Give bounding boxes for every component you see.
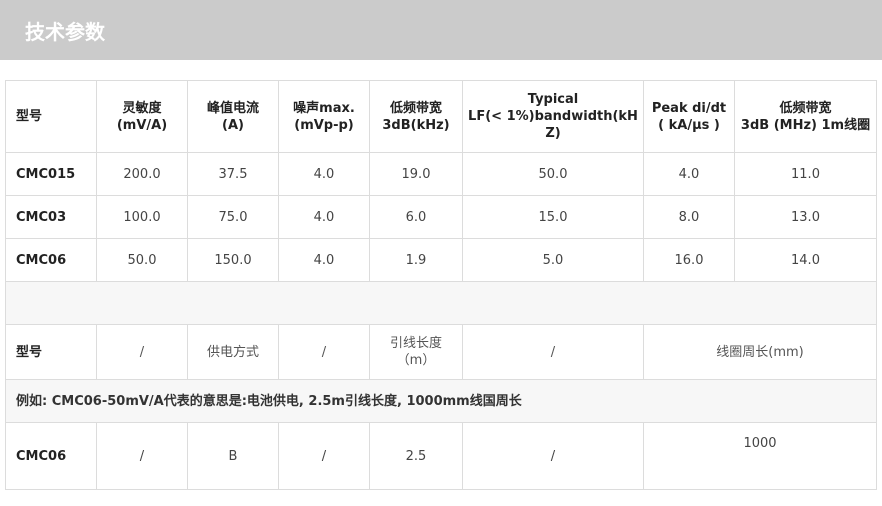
table-cell: 16.0 (643, 238, 735, 282)
row-model: CMC015 (5, 152, 97, 196)
header-cell-model: 型号 (5, 80, 97, 153)
order-cell-power-supply: 供电方式 (187, 324, 279, 380)
table-row: CMC015 200.0 37.5 4.0 19.0 50.0 4.0 11.0 (5, 152, 877, 196)
row-model: CMC03 (5, 195, 97, 239)
table-cell: 4.0 (278, 238, 370, 282)
example-cell-model: CMC06 (5, 422, 97, 490)
section-title: 技术参数 (25, 19, 105, 44)
spec-table: 型号 灵敏度 (mV/A) 峰值电流 (A) 噪声max. (mVp-p) 低频带宽 3… (5, 80, 877, 490)
example-note-row: 例如: CMC06-50mV/A代表的意思是:电池供电, 2.5m引线长度, 1… (5, 379, 877, 423)
table-row: CMC06 50.0 150.0 4.0 1.9 5.0 16.0 14.0 (5, 238, 877, 282)
table-cell: 50.0 (96, 238, 188, 282)
example-cell-power-supply: B (187, 422, 279, 490)
header-cell-peak-current: 峰值电流 (A) (187, 80, 279, 153)
order-cell-separator: / (96, 324, 188, 380)
table-cell: 19.0 (369, 152, 463, 196)
example-row: CMC06 / B / 2.5 / 1000 (5, 422, 877, 490)
table-cell: 14.0 (734, 238, 877, 282)
order-cell-separator: / (278, 324, 370, 380)
table-cell: 100.0 (96, 195, 188, 239)
table-cell: 37.5 (187, 152, 279, 196)
example-cell-separator: / (278, 422, 370, 490)
header-cell-noise: 噪声max. (mVp-p) (278, 80, 370, 153)
order-cell-model: 型号 (5, 324, 97, 380)
table-cell: 13.0 (734, 195, 877, 239)
blank-cell (5, 281, 877, 325)
order-cell-lead-length: 引线长度 （m） (369, 324, 463, 380)
table-cell: 4.0 (643, 152, 735, 196)
example-cell-lead-length: 2.5 (369, 422, 463, 490)
table-cell: 4.0 (278, 152, 370, 196)
example-cell-separator: / (462, 422, 644, 490)
example-cell-separator: / (96, 422, 188, 490)
table-cell: 4.0 (278, 195, 370, 239)
header-cell-sensitivity: 灵敏度 (mV/A) (96, 80, 188, 153)
order-cell-separator: / (462, 324, 644, 380)
header-cell-peak-didt: Peak di/dt( kA/μs ) (643, 80, 735, 153)
row-model: CMC06 (5, 238, 97, 282)
section-banner: 技术参数 (0, 0, 882, 60)
example-note: 例如: CMC06-50mV/A代表的意思是:电池供电, 2.5m引线长度, 1… (5, 379, 877, 423)
table-cell: 6.0 (369, 195, 463, 239)
blank-row (5, 281, 877, 325)
example-cell-coil-perimeter: 1000 (643, 422, 877, 490)
table-cell: 5.0 (462, 238, 644, 282)
header-cell-hf-bandwidth: 低频带宽 3dB (MHz) 1m线圈 (734, 80, 877, 153)
table-header-row: 型号 灵敏度 (mV/A) 峰值电流 (A) 噪声max. (mVp-p) 低频带宽 3… (5, 80, 877, 153)
table-cell: 15.0 (462, 195, 644, 239)
table-cell: 1.9 (369, 238, 463, 282)
header-cell-typical-lf: Typical LF(< 1%)bandwidth(kHZ) (462, 80, 644, 153)
order-code-header-row: 型号 / 供电方式 / 引线长度 （m） / 线圈周长(mm) (5, 324, 877, 380)
table-cell: 50.0 (462, 152, 644, 196)
table-cell: 8.0 (643, 195, 735, 239)
table-cell: 11.0 (734, 152, 877, 196)
table-cell: 150.0 (187, 238, 279, 282)
table-row: CMC03 100.0 75.0 4.0 6.0 15.0 8.0 13.0 (5, 195, 877, 239)
order-cell-coil-perimeter: 线圈周长(mm) (643, 324, 877, 380)
table-cell: 200.0 (96, 152, 188, 196)
header-cell-lf-bandwidth: 低频带宽 3dB(kHz) (369, 80, 463, 153)
table-cell: 75.0 (187, 195, 279, 239)
